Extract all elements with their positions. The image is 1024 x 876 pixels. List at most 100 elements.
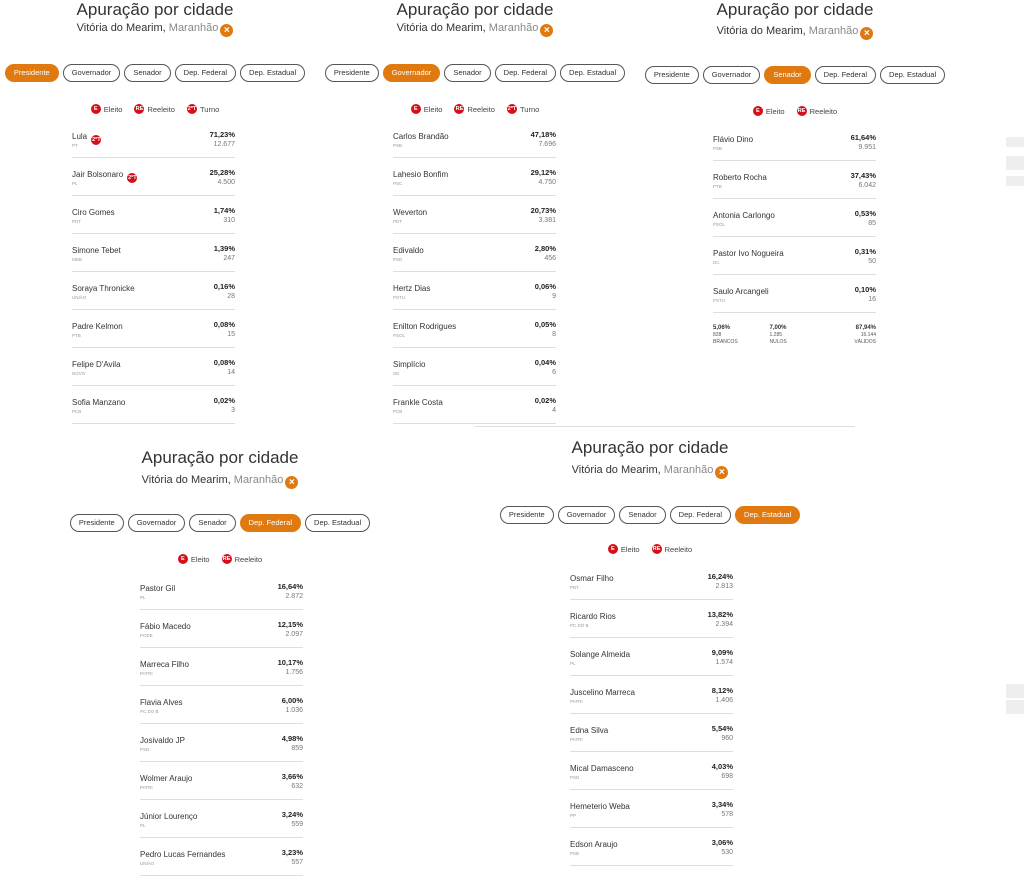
legend-reeleito: RE Reeleito <box>221 554 262 564</box>
close-icon[interactable]: × <box>860 27 874 40</box>
tab-dep-federal[interactable]: Dep. Federal <box>239 514 302 532</box>
candidate-name-text: Flávio Dino <box>713 135 754 144</box>
tab-dep-estadual[interactable]: Dep. Estadual <box>735 506 801 524</box>
candidate-votes: 4.500 <box>217 179 235 186</box>
candidate-party: PCB <box>393 409 403 414</box>
eleito-badge-icon: E <box>752 106 763 116</box>
candidate-row: Enilton Rodrigues PSOL 0,05% 8 <box>393 310 556 348</box>
office-tabs: Presidente Governador Senador Dep. Federal D… <box>0 64 310 82</box>
city-selector[interactable]: Vitória do Mearim, Maranhão × <box>320 22 630 37</box>
summary-válidos: 87,94% 16.144 VÁLIDOS <box>826 325 876 346</box>
candidate-name-text: Simone Tebet <box>72 246 121 255</box>
candidate-votes: 12.677 <box>213 141 235 148</box>
page-title: Apuração por cidade <box>76 0 234 19</box>
close-icon[interactable]: × <box>540 24 554 37</box>
tab-governador[interactable]: Governador <box>62 64 121 82</box>
candidate-name: Enilton Rodrigues <box>393 322 456 331</box>
candidate-percent: 13,82% <box>707 610 733 619</box>
candidate-row: Pastor Gil PL 16,64% 2.872 <box>140 572 303 610</box>
candidate-name: Wolmer Araujo <box>140 774 192 783</box>
tab-senador[interactable]: Senador <box>124 64 171 82</box>
tab-dep-estadual[interactable]: Dep. Estadual <box>240 64 306 82</box>
candidate-name-text: Wolmer Araujo <box>140 774 193 783</box>
tab-presidente[interactable]: Presidente <box>69 514 124 532</box>
candidate-party: PDT <box>570 585 579 590</box>
candidate-percent: 12,15% <box>277 620 303 629</box>
tab-dep-estadual[interactable]: Dep. Estadual <box>305 514 371 532</box>
candidate-percent: 47,18% <box>530 130 556 139</box>
candidate-row: Juscelino Marreca PATRI 8,12% 1.406 <box>570 676 733 714</box>
legend-label: Turno <box>519 104 540 114</box>
candidate-row: Ciro Gomes PDT 1,74% 310 <box>72 196 235 234</box>
candidate-row: Júnior Lourenço PL 3,24% 559 <box>140 800 303 838</box>
candidate-votes: 247 <box>223 255 235 262</box>
candidate-name-text: Osmar Filho <box>570 574 614 583</box>
legend-label: Reeleito <box>664 544 693 554</box>
candidate-name-text: Hertz Dias <box>393 284 431 293</box>
tab-senador[interactable]: Senador <box>619 506 666 524</box>
candidate-name-text: Roberto Rocha <box>713 173 767 182</box>
tab-governador[interactable]: Governador <box>127 514 186 532</box>
office-tabs: Presidente Governador Senador Dep. Federal D… <box>640 66 950 84</box>
summary-count: 828 <box>713 332 722 338</box>
candidate-name-text: Pedro Lucas Fernandes <box>140 850 226 859</box>
tab-dep-estadual[interactable]: Dep. Estadual <box>880 66 946 84</box>
legend: E Eleito RE Reeleito <box>60 554 380 564</box>
city-selector[interactable]: Vitória do Mearim, Maranhão × <box>0 22 310 37</box>
candidate-percent: 10,17% <box>277 658 303 667</box>
legend-label: Eleito <box>423 104 443 114</box>
candidate-party: PSB <box>713 146 723 151</box>
tab-dep-federal[interactable]: Dep. Federal <box>174 64 237 82</box>
candidate-votes: 50 <box>868 258 876 265</box>
panel-divider <box>475 426 855 427</box>
close-icon[interactable]: × <box>715 466 729 479</box>
candidate-name: Juscelino Marreca <box>570 688 635 697</box>
candidate-percent: 4,98% <box>281 734 303 743</box>
candidate-name: Josivaldo JP <box>140 736 185 745</box>
city-selector[interactable]: Vitória do Mearim, Maranhão × <box>640 25 950 40</box>
candidate-name: Padre Kelmon <box>72 322 123 331</box>
candidate-row: Antonia Carlongo PSOL 0,53% 85 <box>713 199 876 237</box>
tab-dep-federal[interactable]: Dep. Federal <box>494 64 557 82</box>
candidate-name-text: Marreca Filho <box>140 660 189 669</box>
city-name: Vitória do Mearim, <box>396 22 486 34</box>
tab-presidente[interactable]: Presidente <box>644 66 699 84</box>
turno-badge-icon: 2ºT <box>506 104 517 114</box>
city-selector[interactable]: Vitória do Mearim, Maranhão × <box>60 474 380 489</box>
tab-governador[interactable]: Governador <box>557 506 616 524</box>
tab-dep-federal[interactable]: Dep. Federal <box>669 506 732 524</box>
tab-senador[interactable]: Senador <box>189 514 236 532</box>
tab-presidente[interactable]: Presidente <box>4 64 59 82</box>
close-icon[interactable]: × <box>285 476 299 489</box>
legend-label: Reeleito <box>147 104 175 114</box>
candidate-list: Lula 2ºT PT 71,23% 12.677 Jair Bolsonaro 2ºT… <box>72 120 235 424</box>
close-icon[interactable]: × <box>220 24 234 37</box>
tab-presidente[interactable]: Presidente <box>499 506 554 524</box>
candidate-percent: 2,80% <box>534 244 556 253</box>
tab-senador[interactable]: Senador <box>764 66 811 84</box>
tab-governador[interactable]: Governador <box>382 64 441 82</box>
candidate-row: Solange Almeida PL 9,09% 1.574 <box>570 638 733 676</box>
candidate-name: Antonia Carlongo <box>713 211 775 220</box>
candidate-votes: 578 <box>721 811 733 818</box>
tab-senador[interactable]: Senador <box>444 64 491 82</box>
candidate-party: PL <box>140 595 146 600</box>
city-name: Vitória do Mearim, <box>571 464 661 476</box>
edge-fragment <box>1006 176 1024 186</box>
state-name: Maranhão <box>663 464 714 476</box>
candidate-name: Weverton <box>393 208 427 217</box>
candidate-percent: 16,64% <box>277 582 303 591</box>
reeleito-badge-icon: RE <box>221 554 232 564</box>
reeleito-badge-icon: RE <box>651 544 662 554</box>
candidate-name-text: Frankle Costa <box>393 398 443 407</box>
candidate-party: PP <box>570 813 577 818</box>
tab-governador[interactable]: Governador <box>702 66 761 84</box>
eleito-badge-icon: E <box>410 104 421 114</box>
tab-presidente[interactable]: Presidente <box>324 64 379 82</box>
tab-dep-estadual[interactable]: Dep. Estadual <box>560 64 626 82</box>
reeleito-badge-icon: RE <box>454 104 465 114</box>
candidate-percent: 5,54% <box>711 724 733 733</box>
legend-turno: 2ºT Turno <box>186 104 219 114</box>
city-selector[interactable]: Vitória do Mearim, Maranhão × <box>490 464 810 479</box>
tab-dep-federal[interactable]: Dep. Federal <box>814 66 877 84</box>
